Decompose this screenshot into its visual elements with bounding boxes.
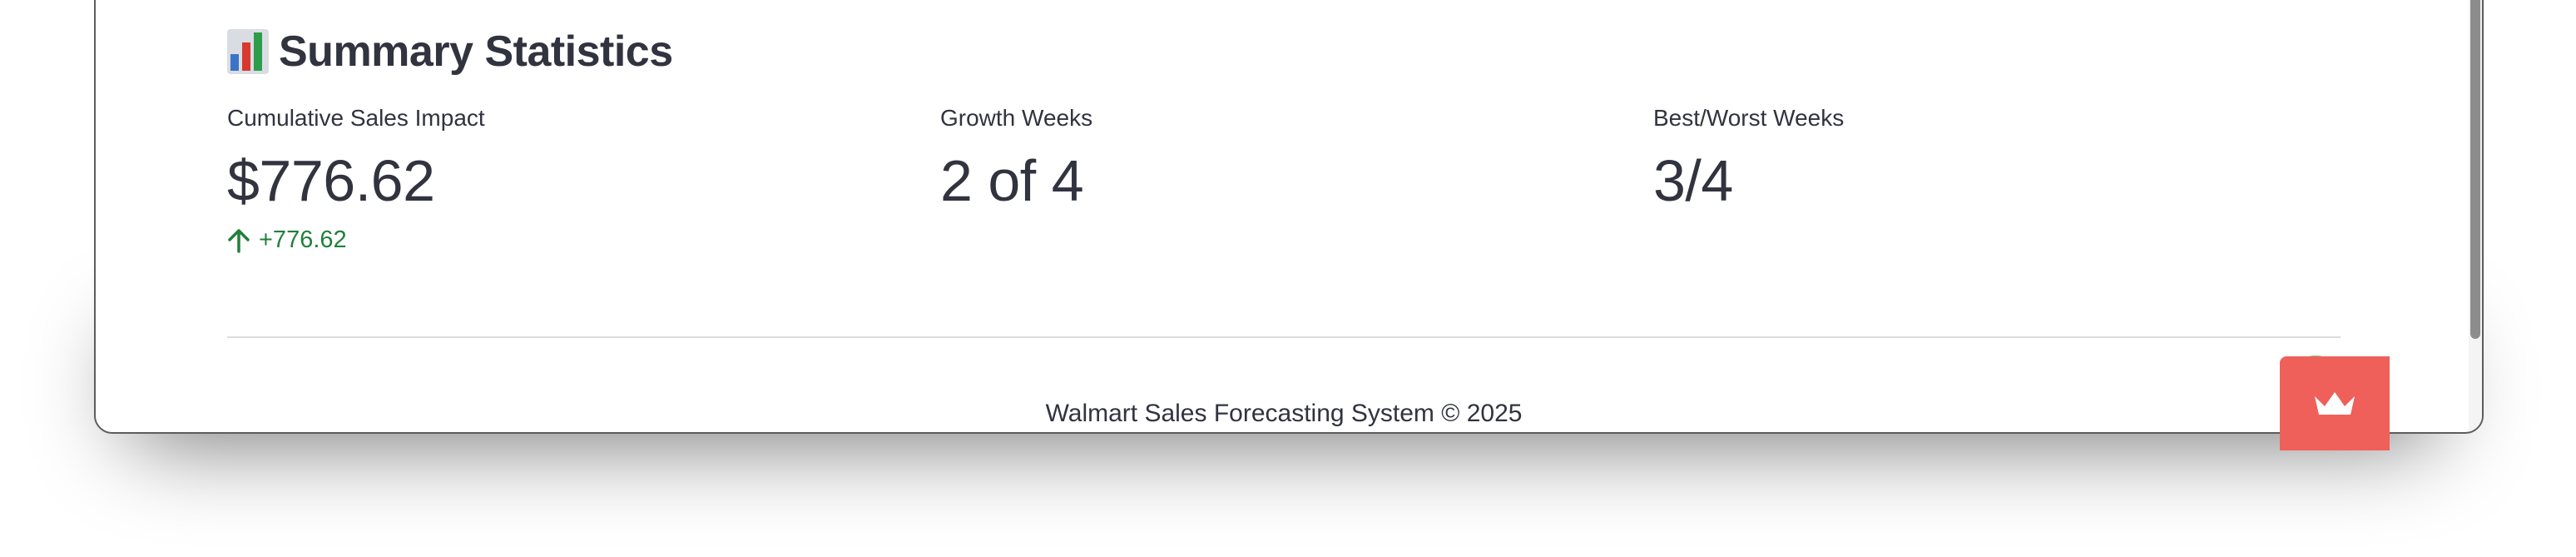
metric-label: Cumulative Sales Impact (227, 105, 485, 131)
crown-badge-button[interactable] (2280, 356, 2390, 450)
metric-label: Best/Worst Weeks (1653, 105, 1845, 131)
crown-icon (2315, 391, 2355, 415)
main-content: Summary Statistics Cumulative Sales Impa… (227, 0, 2435, 432)
metric-value: $776.62 (227, 148, 435, 213)
metric-delta: +776.62 (227, 226, 893, 254)
footer-divider (227, 336, 2341, 338)
app-window: Summary Statistics Cumulative Sales Impa… (94, 0, 2484, 434)
metric-cumulative-sales-impact: Cumulative Sales Impact $776.62 +776.62 (227, 102, 893, 254)
vertical-scrollbar[interactable] (2469, 0, 2482, 432)
metric-value: 3/4 (1653, 148, 1733, 213)
arrow-up-icon (228, 228, 250, 253)
footer-copyright: Walmart Sales Forecasting System © 2025 (1045, 400, 1523, 427)
metric-delta-value: +776.62 (259, 226, 347, 253)
bar-chart-icon (227, 29, 269, 74)
metric-growth-weeks: Growth Weeks 2 of 4 (940, 102, 1606, 218)
summary-section-title: Summary Statistics (227, 27, 673, 77)
metric-value: 2 of 4 (940, 148, 1084, 213)
screenshot-stage: Summary Statistics Cumulative Sales Impa… (0, 0, 2576, 557)
summary-title-text: Summary Statistics (279, 27, 673, 76)
metric-label: Growth Weeks (940, 105, 1093, 131)
scrollbar-thumb[interactable] (2470, 0, 2480, 339)
metric-best-worst-weeks: Best/Worst Weeks 3/4 (1653, 102, 2319, 218)
